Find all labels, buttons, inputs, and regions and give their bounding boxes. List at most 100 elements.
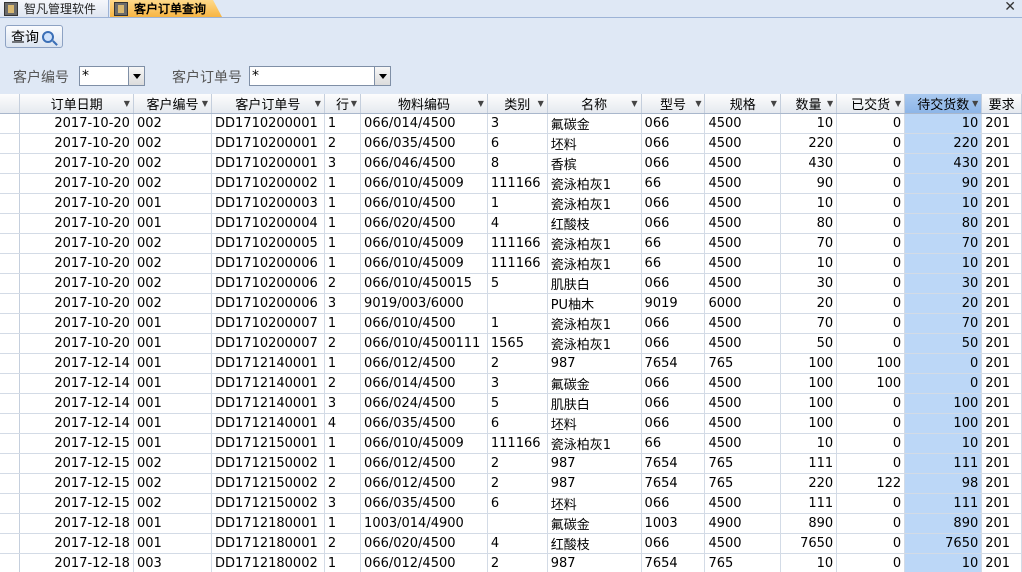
table-cell[interactable]: 066/020/4500 [360,533,488,554]
table-cell[interactable]: 001 [133,313,213,334]
table-cell[interactable]: 10 [904,253,983,274]
table-cell[interactable]: DD1710200001 [211,133,325,154]
table-cell[interactable]: DD1710200006 [211,273,325,294]
table-cell[interactable]: 90 [904,173,983,194]
table-cell[interactable]: 80 [904,213,983,234]
chevron-down-icon[interactable]: ▼ [695,99,701,108]
table-cell[interactable]: DD1712180001 [211,533,325,554]
column-header[interactable]: 规格 ▼ [704,94,781,114]
table-cell[interactable]: 001 [133,533,213,554]
table-cell[interactable]: 10 [904,193,983,214]
table-cell[interactable]: 4500 [704,433,781,454]
table-cell[interactable]: 2017-12-14 [19,373,134,394]
table-cell[interactable]: 201 [981,513,1022,534]
table-cell[interactable]: 红酸枝 [547,213,642,234]
table-cell[interactable]: 瓷泳柏灰1 [547,233,642,254]
table-cell[interactable]: 2017-10-20 [19,173,134,194]
table-cell[interactable]: 100 [780,353,838,374]
table-cell[interactable]: 4500 [704,133,781,154]
table-cell[interactable]: 066/010/45009 [360,233,488,254]
table-cell[interactable]: 066 [641,113,706,134]
table-cell[interactable]: 1 [324,453,362,474]
table-cell[interactable]: DD1710200003 [211,193,325,214]
table-cell[interactable]: 100 [780,413,838,434]
table-cell[interactable]: 2017-12-18 [19,533,134,554]
table-cell[interactable]: 0 [836,293,906,314]
table-cell[interactable]: 4500 [704,213,781,234]
table-cell[interactable]: 0 [836,493,906,514]
table-cell[interactable]: 066/010/4500111 [360,333,488,354]
table-cell[interactable]: 0 [836,513,906,534]
row-selector[interactable] [0,433,21,454]
table-cell[interactable]: 1 [324,113,362,134]
table-cell[interactable]: 987 [547,453,642,474]
chevron-down-icon[interactable]: ▼ [771,99,777,108]
table-cell[interactable]: 2017-12-15 [19,433,134,454]
table-cell[interactable]: 002 [133,153,213,174]
table-cell[interactable]: 0 [904,373,983,394]
table-cell[interactable]: 220 [904,133,983,154]
table-cell[interactable]: 氟碳金 [547,113,642,134]
table-cell[interactable]: 066/010/450015 [360,273,488,294]
table-cell[interactable]: 7654 [641,553,706,572]
table-cell[interactable]: 1003/014/4900 [360,513,488,534]
table-cell[interactable]: 201 [981,493,1022,514]
table-cell[interactable]: 0 [836,553,906,572]
table-cell[interactable]: 066/046/4500 [360,153,488,174]
table-cell[interactable]: 香槟 [547,153,642,174]
table-cell[interactable]: 4500 [704,373,781,394]
table-cell[interactable]: 70 [904,313,983,334]
table-cell[interactable]: 0 [836,213,906,234]
table-cell[interactable]: 890 [780,513,838,534]
column-header[interactable]: 要求 [981,94,1022,114]
table-cell[interactable]: 30 [904,273,983,294]
row-selector[interactable] [0,413,21,434]
table-cell[interactable]: 红酸枝 [547,533,642,554]
table-cell[interactable]: 1 [324,353,362,374]
table-cell[interactable]: 2017-12-14 [19,413,134,434]
table-cell[interactable]: 7654 [641,353,706,374]
table-cell[interactable]: 002 [133,473,213,494]
table-cell[interactable]: 4 [324,413,362,434]
table-cell[interactable]: 066 [641,493,706,514]
row-selector[interactable] [0,293,21,314]
table-cell[interactable]: 765 [704,473,781,494]
table-cell[interactable]: DD1710200004 [211,213,325,234]
table-cell[interactable]: 3 [487,373,548,394]
table-cell[interactable]: DD1712140001 [211,373,325,394]
column-header[interactable]: 类别 ▼ [487,94,548,114]
row-selector[interactable] [0,173,21,194]
table-cell[interactable]: 111 [904,453,983,474]
table-cell[interactable]: 2 [324,373,362,394]
table-row[interactable]: 2017-10-20 002 DD1710200006 1 066/010/45009 1… [0,253,1022,274]
table-cell[interactable]: 70 [780,233,838,254]
table-cell[interactable]: 201 [981,313,1022,334]
table-cell[interactable]: 201 [981,193,1022,214]
table-cell[interactable]: 2017-10-20 [19,233,134,254]
table-cell[interactable]: 0 [836,433,906,454]
chevron-down-icon[interactable]: ▼ [351,99,357,108]
table-cell[interactable]: 肌肤白 [547,393,642,414]
table-cell[interactable]: 201 [981,113,1022,134]
table-cell[interactable]: 4500 [704,413,781,434]
table-cell[interactable]: 2 [324,533,362,554]
table-cell[interactable]: 201 [981,253,1022,274]
table-cell[interactable]: 4500 [704,153,781,174]
table-row[interactable]: 2017-12-15 002 DD1712150002 2 066/012/4500 2 9… [0,473,1022,494]
table-cell[interactable]: 001 [133,433,213,454]
table-cell[interactable]: 201 [981,453,1022,474]
table-cell[interactable]: 1 [324,213,362,234]
table-cell[interactable]: 瓷泳柏灰1 [547,253,642,274]
row-selector[interactable] [0,133,21,154]
table-cell[interactable]: 20 [904,293,983,314]
table-cell[interactable]: 2017-10-20 [19,153,134,174]
table-cell[interactable]: 2017-10-20 [19,193,134,214]
table-cell[interactable]: 6 [487,413,548,434]
row-selector[interactable] [0,113,21,134]
table-cell[interactable]: 3 [324,493,362,514]
table-row[interactable]: 2017-10-20 002 DD1710200002 1 066/010/45009 1… [0,173,1022,194]
table-cell[interactable]: 2017-12-18 [19,513,134,534]
table-cell[interactable]: 10 [780,553,838,572]
table-cell[interactable]: 2017-10-20 [19,133,134,154]
table-cell[interactable]: DD1710200007 [211,313,325,334]
